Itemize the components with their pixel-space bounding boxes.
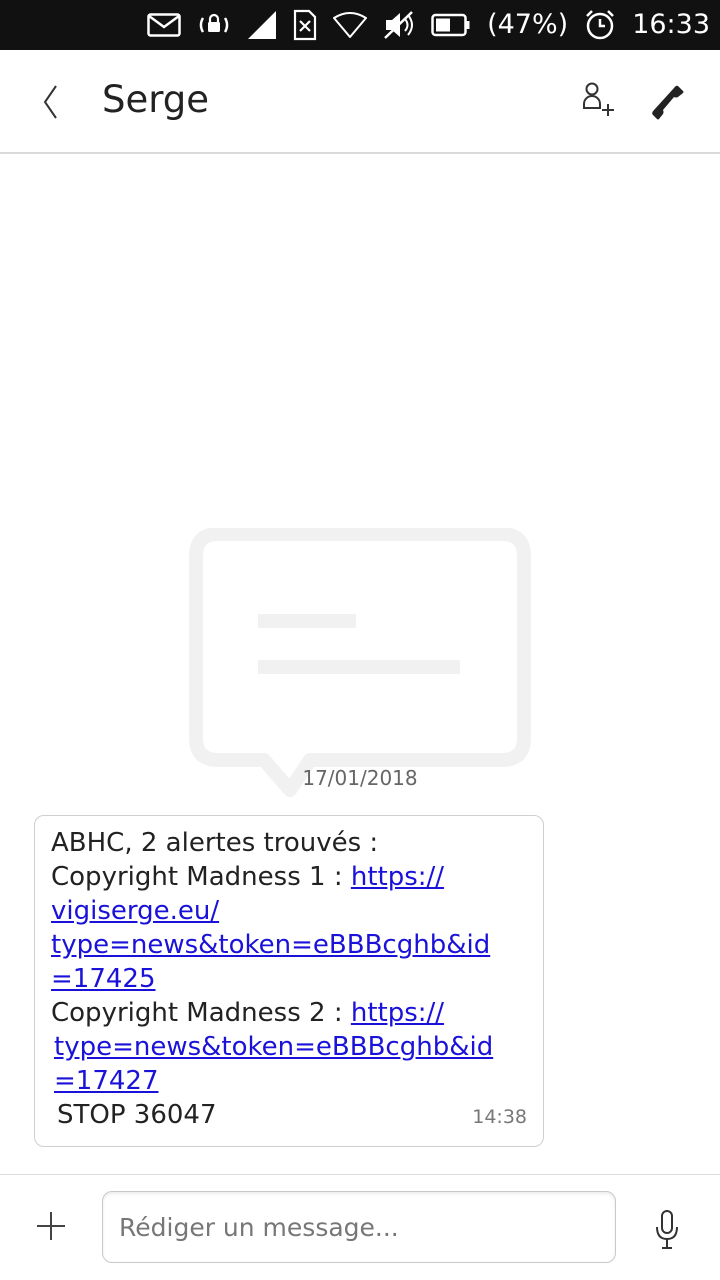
- date-separator: 17/01/2018: [302, 766, 418, 790]
- message-link[interactable]: type=news&token=eBBBcghb&id: [54, 1032, 493, 1062]
- muted-icon: [383, 0, 415, 50]
- wifi-icon: [333, 0, 368, 50]
- call-button[interactable]: [646, 82, 688, 122]
- contact-name: Serge: [102, 78, 210, 121]
- message-line: type=news&token=eBBBcghb&id: [51, 1030, 527, 1064]
- message-line: STOP 36047: [57, 1100, 217, 1130]
- voice-input-button[interactable]: [652, 1209, 682, 1251]
- message-composer: [0, 1174, 720, 1280]
- message-line: type=news&token=eBBBcghb&id: [51, 928, 527, 962]
- plus-icon: [37, 1212, 65, 1240]
- no-sim-icon: [293, 0, 317, 50]
- phone-icon: [652, 85, 684, 120]
- add-contact-button[interactable]: [578, 80, 622, 124]
- message-input[interactable]: [102, 1191, 616, 1263]
- battery-percentage: (47%): [487, 9, 569, 40]
- conversation-header: Serge: [0, 50, 720, 154]
- microphone-icon: [656, 1210, 678, 1249]
- mail-icon: [147, 0, 181, 50]
- message-timestamp: 14:38: [472, 1106, 527, 1128]
- message-line: ABHC, 2 alertes trouvés :: [51, 828, 379, 858]
- signal-icon: [247, 0, 277, 50]
- message-line: Copyright Madness 1 : https://: [51, 862, 445, 892]
- battery-icon: [431, 0, 471, 50]
- rotation-lock-icon: [197, 0, 231, 50]
- message-bubble[interactable]: ABHC, 2 alertes trouvés : Copyright Madn…: [34, 815, 544, 1147]
- add-contact-icon: [583, 82, 614, 116]
- chevron-left-icon: [43, 85, 57, 119]
- status-bar: (47%) 16:33: [0, 0, 720, 50]
- message-line: Copyright Madness 2 : https://: [51, 998, 445, 1028]
- message-link[interactable]: =17425: [51, 964, 156, 994]
- back-button[interactable]: [30, 80, 70, 124]
- empty-messages-illustration: [188, 527, 532, 800]
- message-link[interactable]: https://: [351, 862, 444, 892]
- message-link[interactable]: =17427: [54, 1066, 159, 1096]
- message-line: =17427: [51, 1064, 527, 1098]
- message-line: vigiserge.eu/: [51, 894, 527, 928]
- attach-button[interactable]: [30, 1205, 72, 1247]
- message-link[interactable]: https://: [351, 998, 444, 1028]
- message-line: =17425: [51, 962, 527, 996]
- alarm-icon: [584, 0, 616, 50]
- message-link[interactable]: type=news&token=eBBBcghb&id: [51, 930, 490, 960]
- message-link[interactable]: vigiserge.eu/: [51, 896, 219, 926]
- clock: 16:33: [632, 9, 710, 40]
